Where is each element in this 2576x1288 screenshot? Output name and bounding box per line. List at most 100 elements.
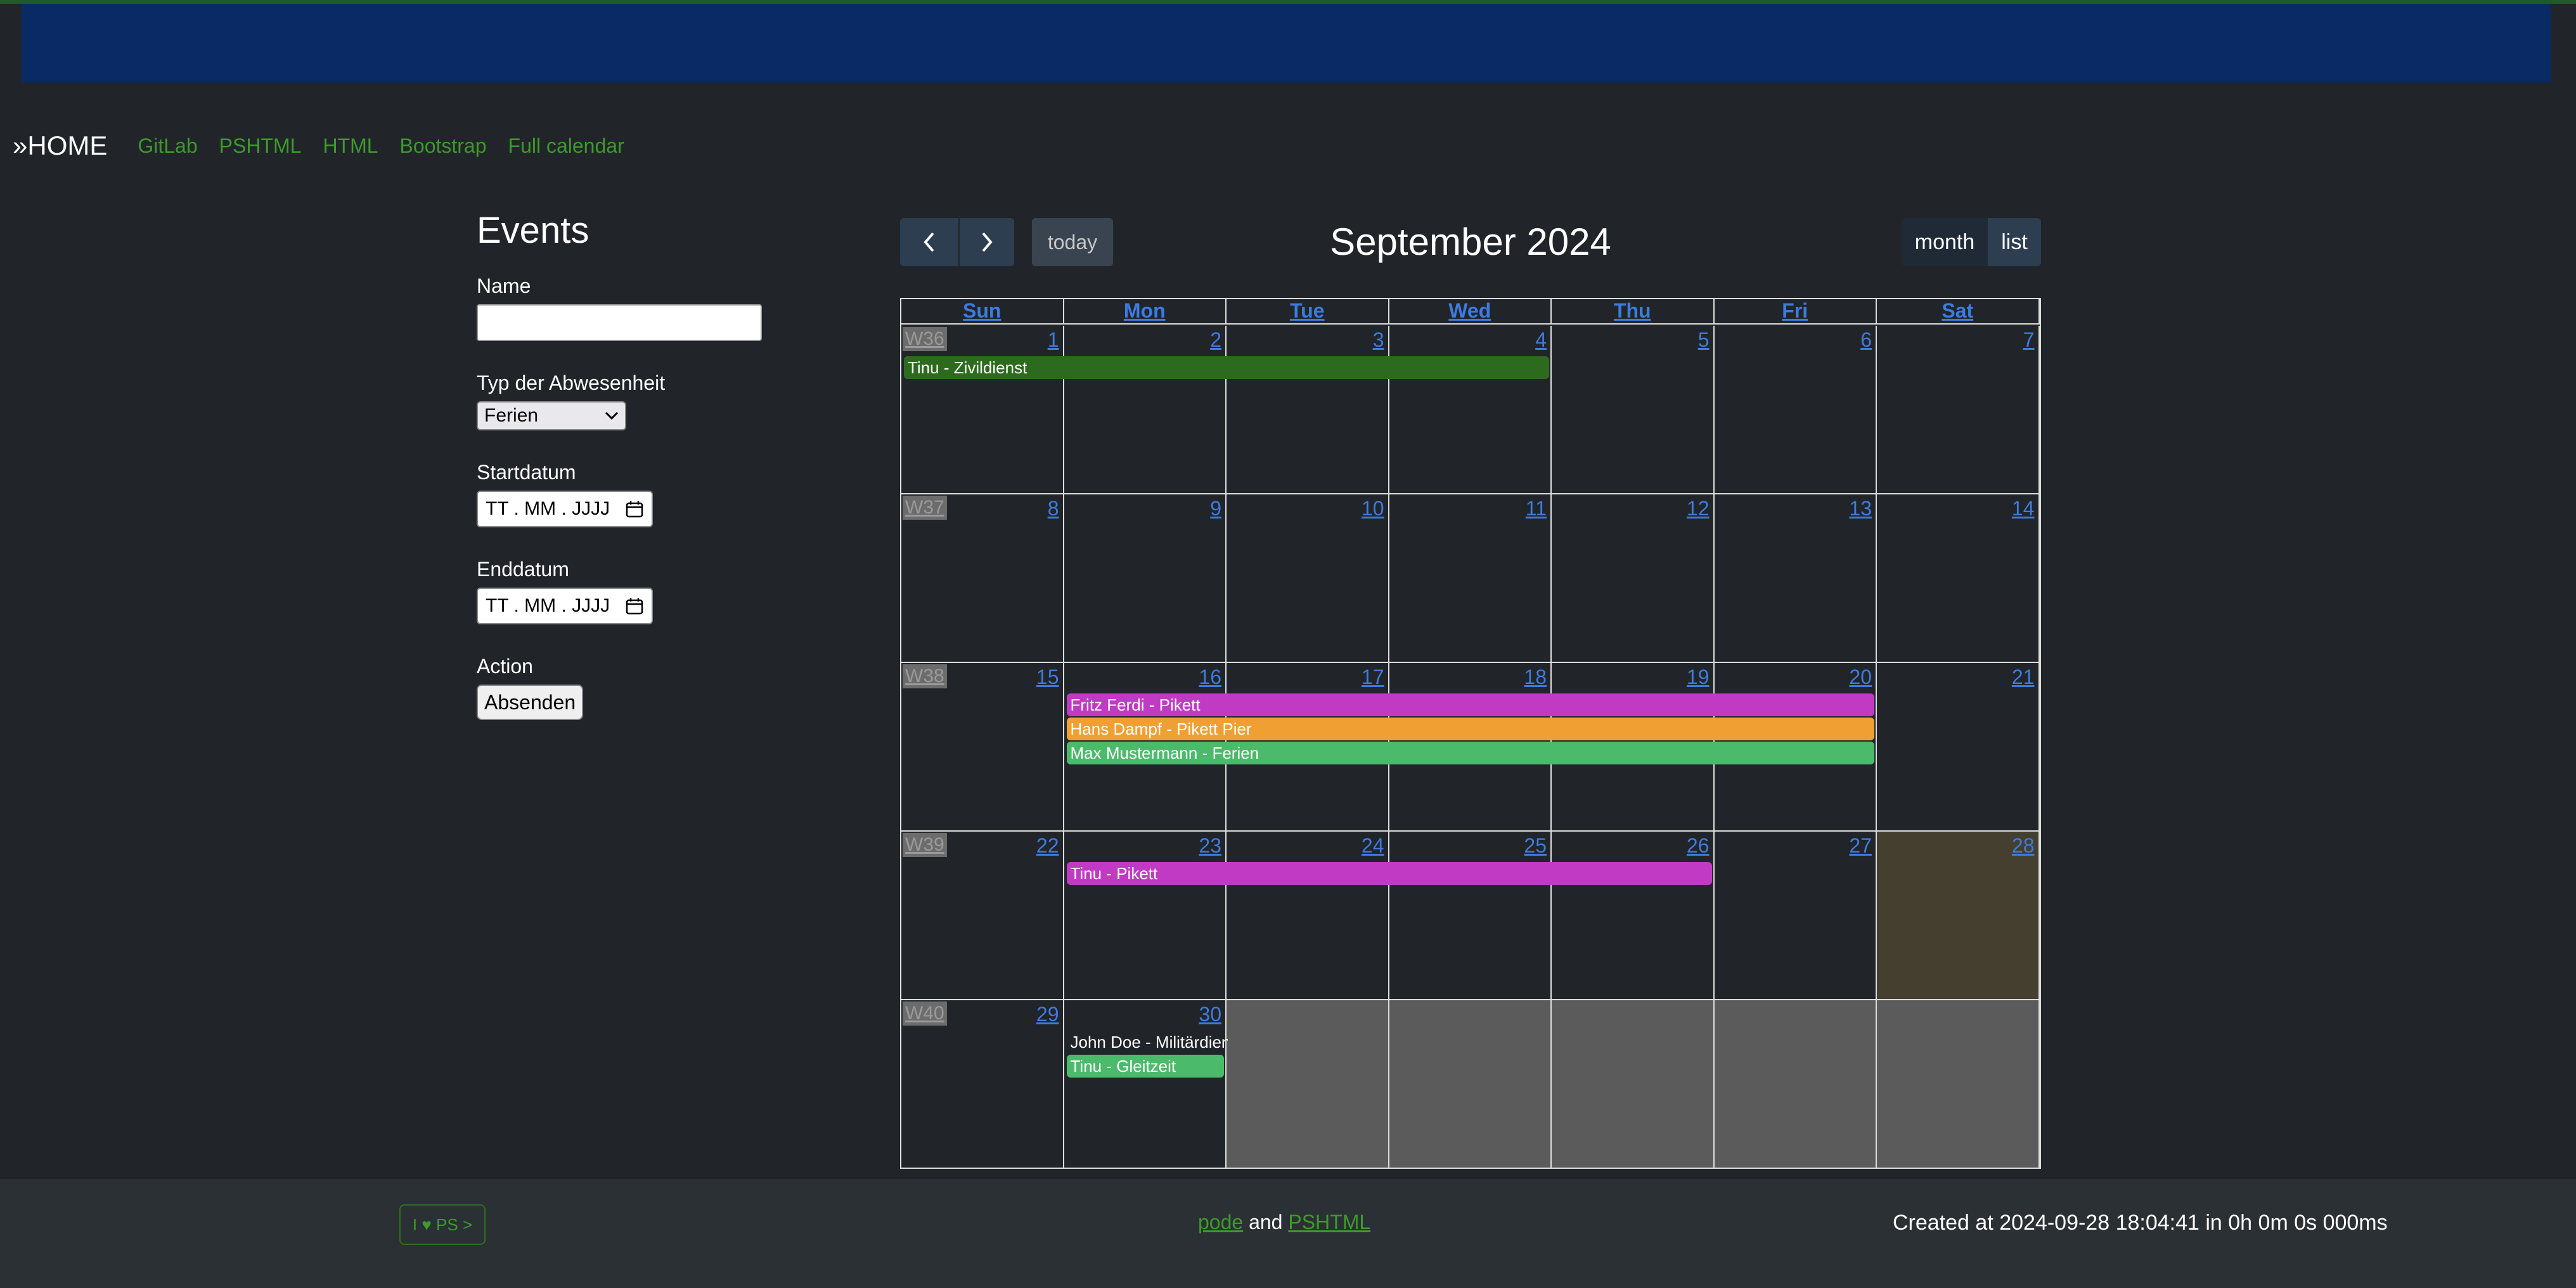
nav-home-link[interactable]: »HOME <box>13 131 107 161</box>
calendar-day-cell[interactable]: 4 <box>1389 326 1552 494</box>
weekday-header[interactable]: Fri <box>1714 299 1877 325</box>
calendar-day-cell[interactable]: 21 <box>1877 663 2040 832</box>
calendar-day-cell[interactable]: 23 <box>1064 832 1227 1000</box>
week-number-link[interactable]: W38 <box>903 664 947 688</box>
nav-link-html[interactable]: HTML <box>323 134 378 158</box>
calendar-day-cell[interactable]: 26 <box>1552 832 1715 1000</box>
day-number-link[interactable]: 1 <box>1048 328 1059 352</box>
day-number-link[interactable]: 28 <box>2012 834 2035 858</box>
calendar-day-cell[interactable]: 7 <box>1877 326 2040 494</box>
day-number-link[interactable]: 6 <box>1860 328 1872 352</box>
calendar-day-cell[interactable]: 3 <box>1227 326 1389 494</box>
week-number-link[interactable]: W37 <box>903 496 947 520</box>
day-number-link[interactable]: 24 <box>1362 834 1384 858</box>
weekday-header[interactable]: Tue <box>1227 299 1389 325</box>
day-number-link[interactable]: 11 <box>1526 497 1547 520</box>
pode-link[interactable]: pode <box>1198 1211 1243 1233</box>
day-number-link[interactable]: 23 <box>1199 834 1221 858</box>
calendar-icon[interactable] <box>625 596 644 615</box>
day-number-link[interactable]: 30 <box>1199 1003 1221 1026</box>
calendar-day-cell[interactable]: 22 W39 <box>901 832 1064 1000</box>
calendar-cell-other-month[interactable] <box>1877 1000 2040 1169</box>
calendar-cell-other-month[interactable] <box>1714 1000 1877 1169</box>
day-number-link[interactable]: 21 <box>2012 666 2035 689</box>
day-number-link[interactable]: 12 <box>1687 497 1710 520</box>
nav-link-gitlab[interactable]: GitLab <box>138 134 197 158</box>
type-select[interactable]: Ferien <box>477 401 626 430</box>
day-number-link[interactable]: 3 <box>1373 328 1384 352</box>
weekday-header[interactable]: Thu <box>1552 299 1715 325</box>
calendar-day-cell[interactable]: 24 <box>1227 832 1389 1000</box>
day-number-link[interactable]: 17 <box>1362 666 1384 689</box>
calendar-day-cell[interactable]: 27 <box>1714 832 1877 1000</box>
day-number-link[interactable]: 13 <box>1849 497 1872 520</box>
calendar-icon[interactable] <box>625 499 644 518</box>
name-input[interactable] <box>477 304 762 341</box>
day-number-link[interactable]: 29 <box>1036 1003 1059 1026</box>
weekday-header[interactable]: Mon <box>1064 299 1227 325</box>
calendar-cell-other-month[interactable] <box>1227 1000 1389 1169</box>
weekday-header[interactable]: Wed <box>1389 299 1552 325</box>
view-list-button[interactable]: list <box>1988 218 2041 266</box>
calendar-day-cell[interactable]: 1 W36 <box>901 326 1064 494</box>
end-date-input[interactable]: TT . MM . JJJJ <box>477 588 653 624</box>
day-number-link[interactable]: 22 <box>1036 834 1059 858</box>
submit-button[interactable]: Absenden <box>477 685 584 720</box>
calendar-day-cell[interactable]: 11 <box>1389 494 1552 663</box>
calendar-event[interactable]: John Doe - Militärdienst <box>1067 1031 1228 1053</box>
pshtml-footer-link[interactable]: PSHTML <box>1288 1211 1370 1233</box>
day-number-link[interactable]: 7 <box>2023 328 2035 352</box>
calendar-event[interactable]: Tinu - Pikett <box>1066 862 1712 885</box>
calendar-day-cell[interactable]: 25 <box>1389 832 1552 1000</box>
day-number-link[interactable]: 15 <box>1036 666 1059 689</box>
calendar-event[interactable]: Max Mustermann - Ferien <box>1066 742 1874 764</box>
day-number-link[interactable]: 16 <box>1199 666 1221 689</box>
day-number-link[interactable]: 5 <box>1698 328 1710 352</box>
calendar-event[interactable]: Tinu - Zivildienst <box>904 356 1549 379</box>
today-button[interactable]: today <box>1032 218 1113 266</box>
week-number-link[interactable]: W36 <box>903 327 947 351</box>
day-number-link[interactable]: 25 <box>1524 834 1547 858</box>
calendar-day-cell[interactable]: 5 <box>1552 326 1715 494</box>
weekday-header[interactable]: Sun <box>901 299 1064 325</box>
calendar-day-cell[interactable]: 6 <box>1714 326 1877 494</box>
ps-badge[interactable]: I ♥ PS > <box>399 1204 486 1245</box>
nav-link-bootstrap[interactable]: Bootstrap <box>400 134 487 158</box>
calendar-day-cell[interactable]: 2 <box>1064 326 1227 494</box>
day-number-link[interactable]: 10 <box>1362 497 1384 520</box>
calendar-day-cell[interactable]: 28 <box>1877 832 2040 1000</box>
day-number-link[interactable]: 27 <box>1849 834 1872 858</box>
day-number-link[interactable]: 9 <box>1210 497 1221 520</box>
calendar-day-cell[interactable]: 13 <box>1714 494 1877 663</box>
week-number-link[interactable]: W40 <box>903 1001 947 1026</box>
calendar-day-cell[interactable]: 10 <box>1227 494 1389 663</box>
nav-link-fullcalendar[interactable]: Full calendar <box>508 134 624 158</box>
calendar-cell-other-month[interactable] <box>1552 1000 1715 1169</box>
calendar-event[interactable]: Hans Dampf - Pikett Pier <box>1066 718 1874 740</box>
calendar-day-cell[interactable]: 29 W40 <box>901 1000 1064 1169</box>
day-number-link[interactable]: 8 <box>1048 497 1059 520</box>
nav-link-pshtml[interactable]: PSHTML <box>219 134 302 158</box>
calendar-day-cell[interactable]: 12 <box>1552 494 1715 663</box>
calendar-day-cell[interactable]: 8 W37 <box>901 494 1064 663</box>
calendar-cell-other-month[interactable] <box>1389 1000 1552 1169</box>
calendar-day-cell[interactable]: 30 <box>1064 1000 1227 1169</box>
next-button[interactable] <box>960 218 1014 266</box>
calendar-day-cell[interactable]: 14 <box>1877 494 2040 663</box>
week-number-link[interactable]: W39 <box>903 833 947 857</box>
day-number-link[interactable]: 2 <box>1210 328 1221 352</box>
calendar-day-cell[interactable]: 15 W38 <box>901 663 1064 832</box>
calendar-event[interactable]: Fritz Ferdi - Pikett <box>1066 693 1874 716</box>
day-number-link[interactable]: 4 <box>1535 328 1547 352</box>
calendar-day-cell[interactable]: 9 <box>1064 494 1227 663</box>
weekday-header[interactable]: Sat <box>1877 299 2040 325</box>
start-date-input[interactable]: TT . MM . JJJJ <box>477 491 653 527</box>
day-number-link[interactable]: 26 <box>1687 834 1710 858</box>
view-month-button[interactable]: month <box>1902 218 1988 266</box>
day-number-link[interactable]: 14 <box>2012 497 2035 520</box>
prev-button[interactable] <box>900 218 958 266</box>
day-number-link[interactable]: 19 <box>1687 666 1710 689</box>
calendar-event[interactable]: Tinu - Gleitzeit <box>1066 1055 1224 1078</box>
day-number-link[interactable]: 20 <box>1849 666 1872 689</box>
day-number-link[interactable]: 18 <box>1524 666 1547 689</box>
